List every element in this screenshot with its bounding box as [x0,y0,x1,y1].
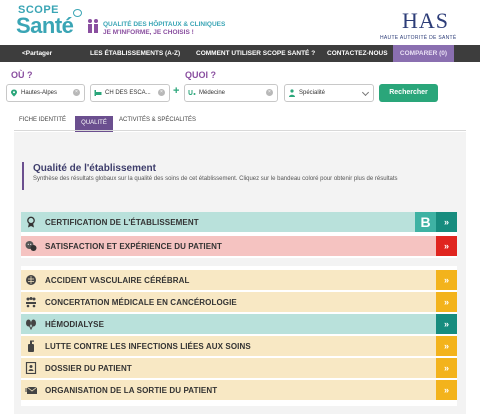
speech-bubble-icon [73,9,82,17]
letter-icon [25,386,37,394]
main-nav: <Partager LES ÉTABLISSEMENTS (A-Z) COMME… [0,45,480,62]
ribbon-icon [27,216,35,228]
tabs-underline [14,130,466,131]
indicator-label: CONCERTATION MÉDICALE EN CANCÉROLOGIE [45,298,237,307]
specialty-field[interactable]: Médecine × [184,84,278,102]
chevron-right-icon[interactable]: » [436,358,457,378]
chevron-right-icon[interactable]: » [436,212,457,232]
location-pin-icon [11,89,17,97]
quality-title: Qualité de l'établissement [33,163,156,174]
brain-icon [26,275,36,285]
chevron-right-icon[interactable]: » [436,292,457,312]
hospital-bed-icon [94,90,102,96]
share-label: Partager [25,50,53,57]
indicator-row-cancer[interactable]: CONCERTATION MÉDICALE EN CANCÉROLOGIE » [21,292,457,312]
top-indicators-group: CERTIFICATION DE L'ÉTABLISSEMENT B » SAT… [21,212,457,258]
kidney-icon [26,319,36,330]
sanitizer-icon [28,340,34,352]
tabs-bar: FICHE IDENTITÉ QUALITÉ ACTIVITÉS & SPÉCI… [0,108,480,134]
search-bar: OÙ ? QUOI ? Hautes-Alpes × CH DES ESCA..… [0,62,480,108]
indicator-row-discharge[interactable]: ORGANISATION DE LA SORTIE DU PATIENT » [21,380,457,400]
indicator-label: ORGANISATION DE LA SORTIE DU PATIENT [45,386,218,395]
search-button[interactable]: Rechercher [379,84,438,102]
specialty-placeholder: Spécialité [299,90,326,96]
indicator-row-avc[interactable]: ACCIDENT VASCULAIRE CÉRÉBRAL » [21,270,457,290]
has-logo[interactable]: HAS [402,8,449,34]
chevron-right-icon[interactable]: » [436,336,457,356]
meeting-icon [26,297,36,308]
bottom-indicators-group: ACCIDENT VASCULAIRE CÉRÉBRAL » CONCERTAT… [21,266,457,406]
tab-identity[interactable]: FICHE IDENTITÉ [19,117,66,123]
share-button[interactable]: <Partager [22,45,52,62]
title-accent-bar [22,162,24,190]
clear-establishment-icon[interactable]: × [158,89,165,96]
indicator-label: CERTIFICATION DE L'ÉTABLISSEMENT [45,218,199,227]
indicator-row-patient-file[interactable]: DOSSIER DU PATIENT » [21,358,457,378]
nav-establishments[interactable]: LES ÉTABLISSEMENTS (A-Z) [90,45,180,62]
what-label: QUOI ? [185,70,216,80]
logo-sante-text[interactable]: Santé [16,13,74,39]
quality-panel: Qualité de l'établissement Synthèse des … [14,132,466,414]
where-label: OÙ ? [11,70,33,80]
doctor-icon [289,89,295,97]
establishment-field[interactable]: CH DES ESCA... × [90,84,170,102]
indicator-label: SATISFACTION ET EXPÉRIENCE DU PATIENT [45,242,223,251]
indicator-label: HÉMODIALYSE [45,320,105,329]
chevron-right-icon[interactable]: » [436,236,457,256]
people-icon [88,19,98,33]
indicator-row-certification[interactable]: CERTIFICATION DE L'ÉTABLISSEMENT B » [21,212,457,232]
clear-specialty-icon[interactable]: × [266,89,273,96]
specialty-select[interactable]: Spécialité [284,84,374,102]
specialty-value: Médecine [199,90,226,96]
establishment-value: CH DES ESCA... [105,90,151,96]
chevron-down-icon [361,88,370,97]
has-subtitle: HAUTE AUTORITÉ DE SANTÉ [380,35,457,41]
grade-badge: B [415,212,436,232]
chevron-right-icon[interactable]: » [436,380,457,400]
indicator-label: LUTTE CONTRE LES INFECTIONS LIÉES AUX SO… [45,342,251,351]
chevron-right-icon[interactable]: » [436,270,457,290]
indicator-row-satisfaction[interactable]: SATISFACTION ET EXPÉRIENCE DU PATIENT » [21,236,457,256]
quality-subtitle: Synthèse des résultats globaux sur la qu… [33,176,398,182]
nav-how-to[interactable]: COMMENT UTILISER SCOPE SANTÉ ? [196,45,315,62]
stethoscope-icon [188,90,196,95]
satisfaction-icon [25,241,37,251]
indicator-label: DOSSIER DU PATIENT [45,364,132,373]
location-value: Hautes-Alpes [21,90,58,96]
indicator-label: ACCIDENT VASCULAIRE CÉRÉBRAL [45,276,190,285]
nav-contact[interactable]: CONTACTEZ-NOUS [327,45,388,62]
indicator-row-infections[interactable]: LUTTE CONTRE LES INFECTIONS LIÉES AUX SO… [21,336,457,356]
plus-icon: + [173,85,180,97]
chevron-right-icon[interactable]: » [436,314,457,334]
site-header: SCOPE Santé QUALITÉ DES HÔPITAUX & CLINI… [0,0,480,44]
tagline-line-2: JE M'INFORME, JE CHOISIS ! [103,29,194,36]
compare-button[interactable]: COMPARER (0) [393,45,454,62]
tagline-line-1: QUALITÉ DES HÔPITAUX & CLINIQUES [103,21,226,28]
clear-location-icon[interactable]: × [73,89,80,96]
tab-activities[interactable]: ACTIVITÉS & SPÉCIALITÉS [119,117,196,123]
patient-file-icon [25,362,37,374]
location-field[interactable]: Hautes-Alpes × [6,84,85,102]
indicator-row-hemodialysis[interactable]: HÉMODIALYSE » [21,314,457,334]
